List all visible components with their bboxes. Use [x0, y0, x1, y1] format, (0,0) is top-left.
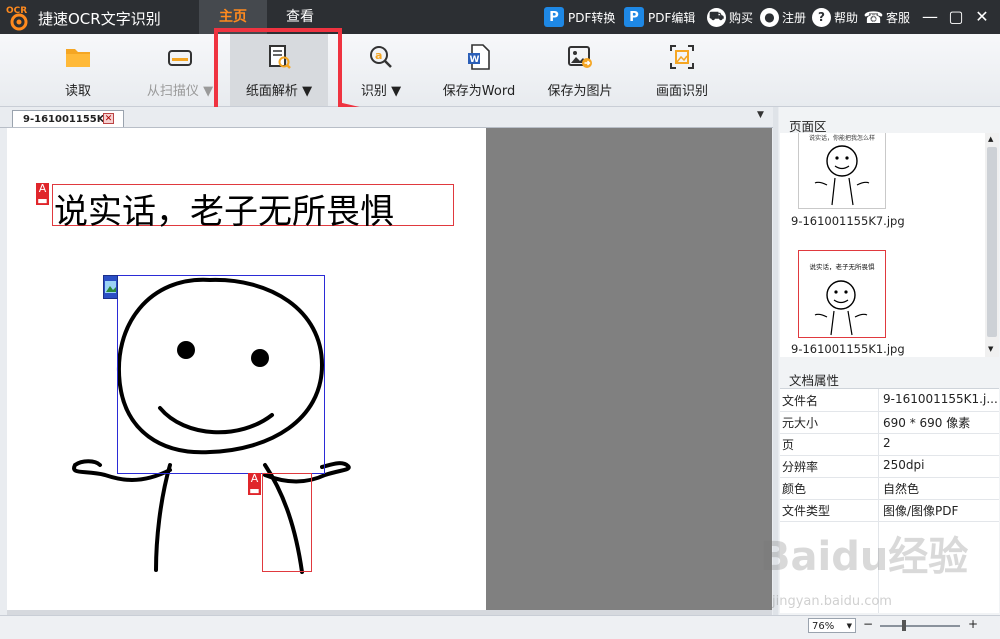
- text-region-tag-icon-small[interactable]: A ▬: [248, 473, 261, 497]
- save-image-icon: [568, 46, 592, 68]
- baidu-watermark-url: jingyan.baidu.com: [772, 594, 892, 609]
- recognize-label: 识别 ▼: [360, 84, 402, 99]
- service-label: 客服: [886, 10, 911, 25]
- save-image-label: 保存为图片: [547, 84, 613, 99]
- page-thumbnail-selected[interactable]: 说实话，老子无所畏惧: [798, 250, 886, 338]
- scroll-down-icon[interactable]: ▼: [988, 345, 993, 353]
- page-thumbnails: 说实话，你能把我怎么样 9-161001155K7.jpg 说实话，老子无所畏惧…: [780, 133, 985, 357]
- image-region-tag-icon[interactable]: [103, 275, 118, 299]
- folder-icon: [66, 49, 90, 67]
- close-tab-icon[interactable]: ✕: [103, 113, 114, 124]
- zoom-in-icon[interactable]: +: [968, 617, 978, 631]
- pdf-convert-icon: P: [544, 7, 564, 27]
- help-icon: ?: [812, 7, 831, 27]
- svg-text:a: a: [375, 49, 382, 62]
- scanner-button[interactable]: 从扫描仪 ▼: [140, 34, 220, 106]
- svg-text:W: W: [470, 55, 480, 65]
- property-row: 颜色 自然色: [780, 477, 999, 500]
- user-icon: ●: [760, 7, 779, 27]
- zoom-select[interactable]: 76% ▼: [808, 618, 856, 633]
- save-word-label: 保存为Word: [442, 84, 516, 99]
- read-label: 读取: [64, 84, 91, 99]
- thumbnail-text: 说实话，老子无所畏惧: [809, 263, 875, 271]
- register-label: 注册: [782, 10, 807, 25]
- image-region-box[interactable]: [117, 275, 325, 474]
- recognize-icon: a: [370, 46, 392, 68]
- thumbnail-drawing: [814, 145, 870, 206]
- screen-recognize-button[interactable]: 画面识别: [646, 34, 718, 106]
- save-image-button[interactable]: 保存为图片: [540, 34, 620, 106]
- scroll-thumb[interactable]: [987, 147, 997, 337]
- property-row: 分辨率 250dpi: [780, 455, 999, 478]
- recognize-button[interactable]: a 识别 ▼: [350, 34, 412, 106]
- help-link[interactable]: ? 帮助: [812, 0, 858, 34]
- properties-panel-title: 文档属性: [789, 373, 840, 388]
- property-row: 页2: [780, 433, 999, 456]
- zoom-slider[interactable]: [880, 625, 960, 627]
- buy-label: 购买: [729, 10, 754, 25]
- pdf-convert-link[interactable]: P PDF转换: [544, 0, 615, 34]
- app-logo-icon: OCR: [6, 6, 28, 31]
- thumbnail-scrollbar[interactable]: ▲ ▼: [985, 133, 999, 357]
- minimize-icon[interactable]: —: [920, 7, 940, 27]
- zoom-slider-thumb[interactable]: [902, 620, 906, 631]
- zoom-out-icon[interactable]: −: [863, 617, 873, 631]
- pdf-edit-label: PDF编辑: [648, 10, 696, 25]
- property-row: 元大小 690 * 690 像素: [780, 411, 999, 434]
- cart-icon: ⛟: [707, 7, 726, 27]
- screen-recognize-label: 画面识别: [655, 84, 708, 99]
- pdf-convert-label: PDF转换: [568, 10, 616, 25]
- thumbnail-text: 说实话，你能把我怎么样: [808, 135, 875, 142]
- pdf-edit-link[interactable]: P PDF编辑: [624, 0, 695, 34]
- scroll-up-icon[interactable]: ▲: [988, 135, 993, 143]
- thumbnail-caption: 9-161001155K1.jpg: [791, 342, 905, 356]
- phone-icon: ☎: [863, 7, 884, 27]
- scanner-label: 从扫描仪 ▼: [146, 84, 214, 99]
- service-link[interactable]: ☎ 客服: [864, 0, 910, 34]
- text-region-box-small[interactable]: [262, 473, 312, 572]
- scanner-icon: [168, 50, 192, 66]
- document-headline: 说实话，老子无所畏惧: [54, 192, 394, 232]
- screen-capture-icon: [670, 45, 694, 69]
- close-icon[interactable]: ✕: [972, 7, 992, 27]
- page-thumbnail[interactable]: 说实话，你能把我怎么样: [798, 133, 886, 209]
- highlight-annotation-box: [214, 28, 342, 114]
- property-row: 文件类型 图像/图像PDF: [780, 499, 999, 522]
- app-title: 捷速OCR文字识别: [38, 10, 161, 28]
- thumbnail-caption: 9-161001155K7.jpg: [791, 214, 905, 228]
- property-row: 文件名 9-161001155K1.j...: [780, 389, 999, 412]
- text-region-tag-icon[interactable]: A ▬: [36, 183, 49, 207]
- maximize-icon[interactable]: ▢: [946, 7, 966, 27]
- save-word-button[interactable]: W 保存为Word: [436, 34, 522, 106]
- read-button[interactable]: 读取: [40, 34, 116, 106]
- word-file-icon: W: [468, 44, 490, 70]
- pdf-edit-icon: P: [624, 7, 644, 27]
- baidu-watermark: Baidu经验: [760, 534, 969, 580]
- buy-link[interactable]: ⛟ 购买: [707, 0, 753, 34]
- help-label: 帮助: [834, 10, 859, 25]
- tab-menu-chevron-icon[interactable]: ▼: [757, 110, 764, 120]
- register-link[interactable]: ● 注册: [760, 0, 806, 34]
